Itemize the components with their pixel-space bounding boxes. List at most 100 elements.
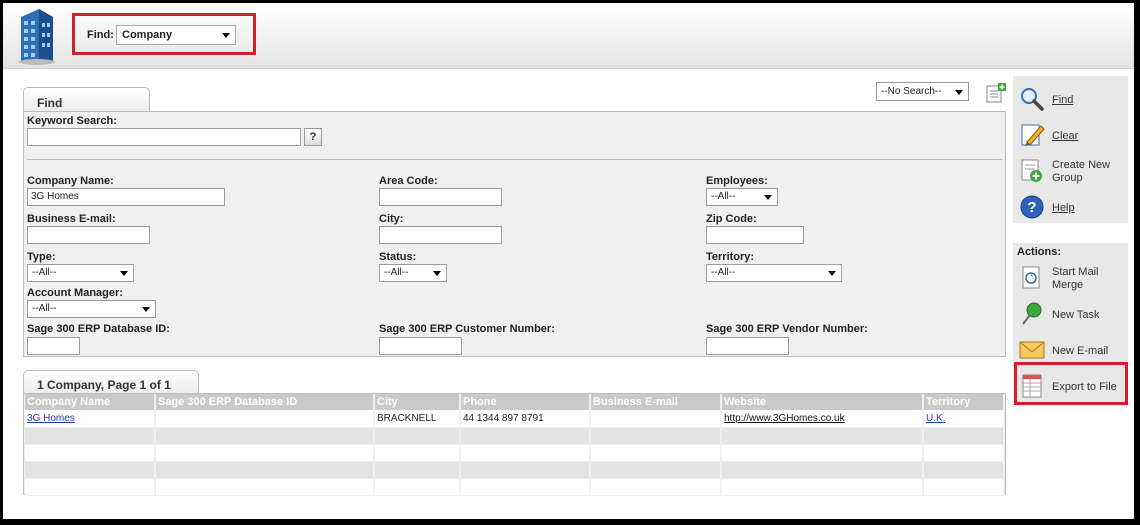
pushpin-icon <box>1022 302 1042 325</box>
sage-vendor-number-label: Sage 300 ERP Vendor Number: <box>706 323 868 335</box>
column-header[interactable]: City <box>374 394 461 410</box>
column-header[interactable]: Business E-mail <box>590 394 722 410</box>
type-value: --All-- <box>32 267 57 278</box>
sidebar-item-label: Start Mail Merge <box>1052 266 1099 291</box>
sidebar-item-find[interactable]: Find <box>1013 84 1128 114</box>
city-input[interactable] <box>379 226 502 244</box>
column-header[interactable]: Sage 300 ERP Database ID <box>155 394 375 410</box>
type-label: Type: <box>27 251 56 263</box>
sidebar-item-label: New E-mail <box>1052 345 1109 357</box>
help-icon: ? <box>1020 195 1044 219</box>
saved-search-value: --No Search-- <box>881 86 942 97</box>
zip-code-label: Zip Code: <box>706 213 757 225</box>
territory-label: Territory: <box>706 251 755 263</box>
account-manager-select[interactable]: --All-- <box>27 300 156 318</box>
sidebar-item-create-group[interactable]: Create New Group <box>1013 156 1128 186</box>
envelope-icon <box>1019 341 1045 359</box>
chevron-down-icon <box>764 195 772 200</box>
account-manager-label: Account Manager: <box>27 287 123 299</box>
mail-merge-icon <box>1022 266 1040 289</box>
results-count-label: 1 Company, Page 1 of 1 <box>37 378 171 392</box>
sage-db-id-input[interactable] <box>27 337 80 355</box>
sidebar-item-label: New Task <box>1052 309 1100 321</box>
status-select[interactable]: --All-- <box>379 264 447 282</box>
business-email-label: Business E-mail: <box>27 213 116 225</box>
employees-label: Employees: <box>706 175 768 187</box>
sidebar-item-label: Clear <box>1052 130 1079 142</box>
cell-territory: U.K. <box>923 410 1005 428</box>
website-link[interactable]: http://www.3GHomes.co.uk <box>724 413 845 424</box>
sage-db-id-label: Sage 300 ERP Database ID: <box>27 323 170 335</box>
tab-find[interactable]: Find <box>23 87 150 112</box>
type-select[interactable]: --All-- <box>27 264 134 282</box>
sidebar-item-help[interactable]: ? Help <box>1013 192 1128 222</box>
sage-customer-number-label: Sage 300 ERP Customer Number: <box>379 323 555 335</box>
sidebar-item-label: Help <box>1052 202 1075 214</box>
sage-vendor-number-input[interactable] <box>706 337 789 355</box>
building-logo-icon <box>19 9 55 65</box>
table-row-empty <box>25 461 1005 479</box>
find-label: Find: <box>87 29 114 41</box>
header-bar: Find: Company <box>3 3 1134 69</box>
chevron-down-icon <box>222 33 230 38</box>
table-row-empty <box>25 444 1005 462</box>
sidebar-tools: Find Clear Create New Group ? Help <box>1013 76 1128 223</box>
actions-heading: Actions: <box>1017 246 1061 258</box>
sidebar-item-mail-merge[interactable]: Start Mail Merge <box>1013 263 1128 293</box>
results-panel: Company Name Sage 300 ERP Database ID Ci… <box>23 393 1006 496</box>
area-code-input[interactable] <box>379 188 502 206</box>
company-name-input[interactable]: 3G Homes <box>27 188 225 206</box>
find-entity-value: Company <box>122 29 173 41</box>
table-header-row: Company Name Sage 300 ERP Database ID Ci… <box>25 394 1005 410</box>
form-divider <box>27 159 1002 160</box>
company-link[interactable]: 3G Homes <box>27 413 75 424</box>
territory-select[interactable]: --All-- <box>706 264 842 282</box>
new-lookup-icon[interactable] <box>986 83 1006 103</box>
keyword-help-button[interactable]: ? <box>304 128 322 146</box>
company-name-label: Company Name: <box>27 175 114 187</box>
business-email-input[interactable] <box>27 226 150 244</box>
sage-customer-number-input[interactable] <box>379 337 462 355</box>
area-code-label: Area Code: <box>379 175 438 187</box>
table-row-empty <box>25 427 1005 445</box>
cell-website: http://www.3GHomes.co.uk <box>721 410 924 428</box>
chevron-down-icon <box>828 271 836 276</box>
cell-email <box>590 410 722 428</box>
chevron-down-icon <box>955 89 963 95</box>
new-group-icon <box>1021 159 1042 182</box>
status-label: Status: <box>379 251 417 263</box>
chevron-down-icon <box>120 271 128 276</box>
sidebar-item-label: Find <box>1052 94 1074 106</box>
sidebar-item-new-task[interactable]: New Task <box>1013 299 1128 329</box>
results-table: Company Name Sage 300 ERP Database ID Ci… <box>25 394 1005 496</box>
employees-select[interactable]: --All-- <box>706 188 778 206</box>
table-row-empty <box>25 478 1005 496</box>
eraser-pencil-icon <box>1021 124 1045 146</box>
column-header[interactable]: Phone <box>460 394 591 410</box>
app-frame: Find: Company --No Search-- Find Keyword… <box>3 3 1134 519</box>
territory-value: --All-- <box>711 267 736 278</box>
column-header[interactable]: Territory <box>923 394 1005 410</box>
keyword-search-label: Keyword Search: <box>27 115 117 127</box>
zip-code-input[interactable] <box>706 226 804 244</box>
table-row[interactable]: 3G Homes BRACKNELL 44 1344 897 8791 http… <box>25 410 1005 428</box>
cell-phone: 44 1344 897 8791 <box>460 410 591 428</box>
saved-search-select[interactable]: --No Search-- <box>876 82 969 101</box>
status-value: --All-- <box>384 267 409 278</box>
chevron-down-icon <box>142 307 150 312</box>
cell-db-id <box>155 410 375 428</box>
chevron-down-icon <box>433 271 441 276</box>
account-manager-value: --All-- <box>32 303 57 314</box>
tab-results[interactable]: 1 Company, Page 1 of 1 <box>23 370 199 394</box>
territory-link[interactable]: U.K. <box>926 413 945 424</box>
cell-city: BRACKNELL <box>374 410 461 428</box>
find-entity-select[interactable]: Company <box>116 25 236 45</box>
cell-company: 3G Homes <box>25 410 156 428</box>
magnifier-icon <box>1021 88 1044 111</box>
column-header[interactable]: Company Name <box>25 394 156 410</box>
sidebar-item-new-email[interactable]: New E-mail <box>1013 335 1128 365</box>
sidebar-item-clear[interactable]: Clear <box>1013 120 1128 150</box>
find-panel: Keyword Search: ? Company Name: 3G Homes… <box>23 111 1006 357</box>
keyword-search-input[interactable] <box>27 128 301 146</box>
column-header[interactable]: Website <box>721 394 924 410</box>
